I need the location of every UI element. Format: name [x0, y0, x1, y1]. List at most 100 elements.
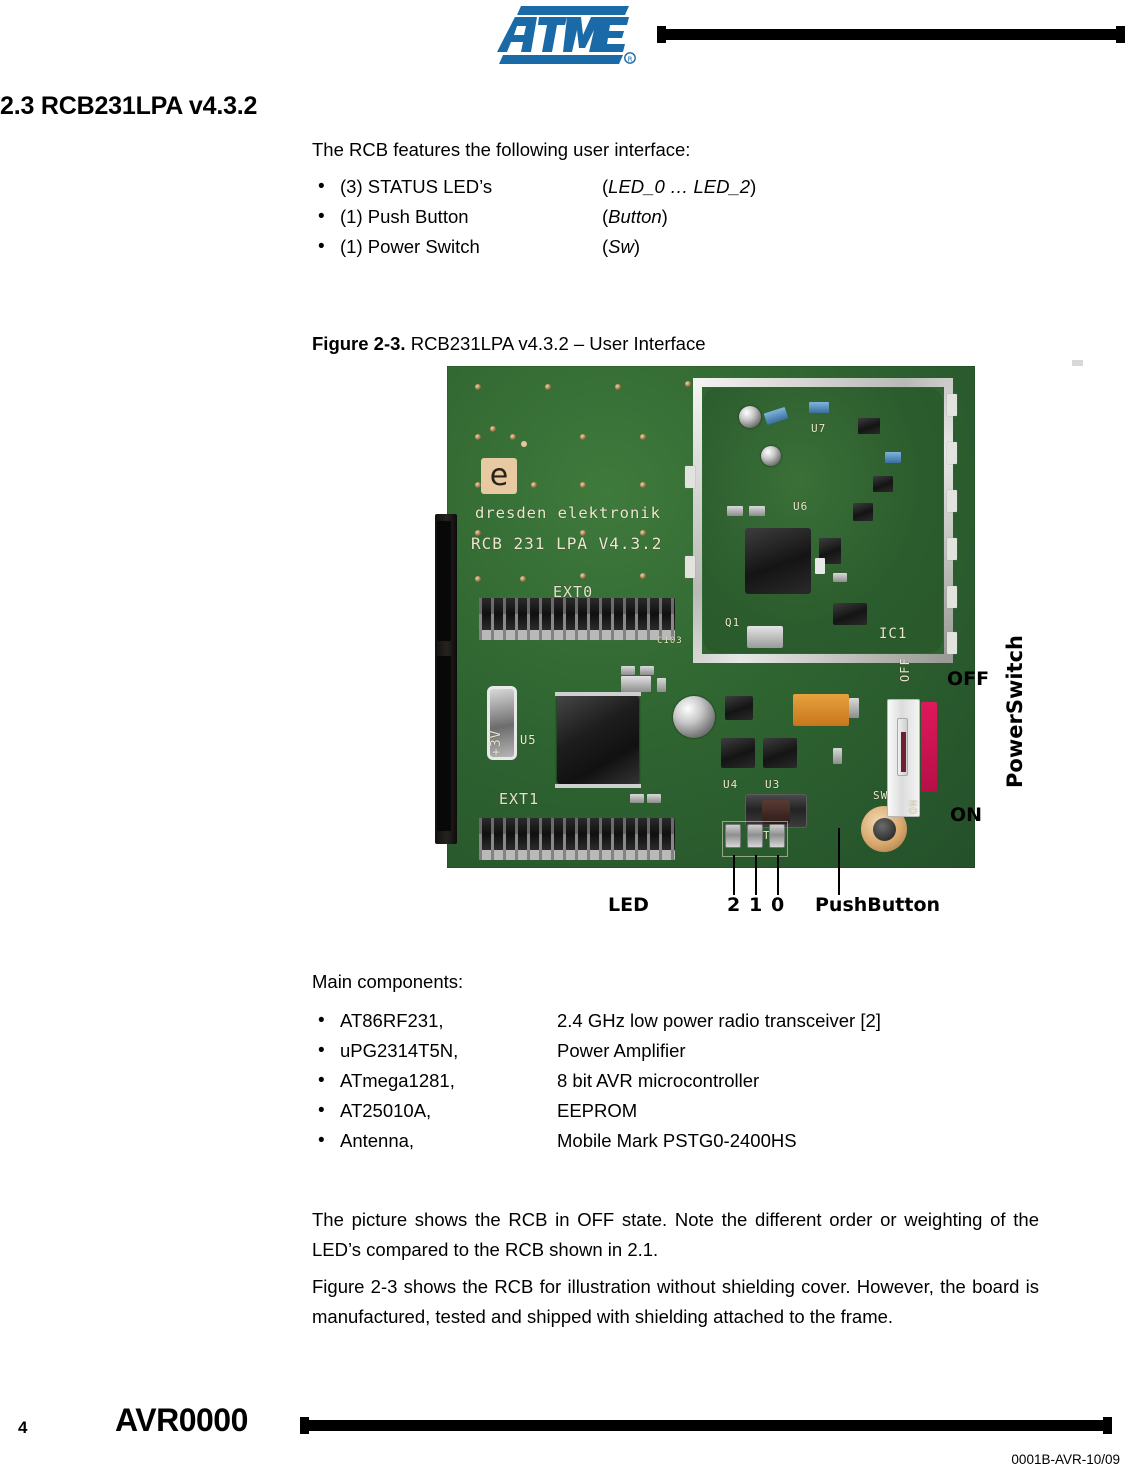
silkscreen-u5: U5	[520, 733, 537, 747]
tantalum-capacitor	[793, 694, 849, 726]
shield-tab	[947, 490, 957, 512]
annotation-power-switch: PowerSwitch	[1003, 635, 1027, 788]
figure-caption-text: RCB231LPA v4.3.2 – User Interface	[405, 333, 706, 354]
annotation-off: OFF	[947, 668, 990, 690]
list-item: • uPG2314T5N, Power Amplifier	[312, 1036, 1012, 1066]
annotation-led-num-1: 1	[749, 894, 763, 916]
silkscreen-q1: Q1	[725, 616, 741, 629]
component-desc: Mobile Mark PSTG0-2400HS	[557, 1130, 797, 1151]
shield-tab	[947, 632, 957, 654]
ui-item-label: (1) Power Switch	[340, 236, 480, 257]
document-number: 0001B-AVR-10/09	[1011, 1452, 1120, 1467]
component-part: Antenna,	[340, 1130, 415, 1151]
list-item: • (1) Power Switch (Sw)	[312, 232, 1012, 262]
atmel-logo-icon: R	[497, 6, 637, 66]
bullet-icon: •	[318, 1100, 325, 1121]
atmega-microcontroller	[557, 696, 639, 784]
power-switch-window	[901, 732, 906, 772]
figure-caption-label: Figure 2-3.	[312, 333, 406, 354]
annotation-on: ON	[950, 804, 983, 826]
paren-close: )	[661, 206, 668, 227]
shield-tab	[947, 538, 957, 560]
leader-line-led0	[777, 855, 779, 895]
silkscreen-on: ON	[907, 798, 920, 814]
annotation-led-label: LED	[608, 894, 649, 916]
silkscreen-sw: SW	[873, 789, 889, 802]
list-item: • (3) STATUS LED’s (LED_0 … LED_2)	[312, 172, 1012, 202]
code-text: Button	[608, 206, 662, 227]
code-text: LED_0 … LED_2	[608, 176, 751, 197]
silkscreen-part-number: RCB 231 LPA V4.3.2	[471, 534, 663, 553]
ext1-header-solder-row	[479, 850, 675, 860]
pad-hole	[872, 817, 896, 841]
pcb-board-photo: e dresden elektronik RCB 231 LPA V4.3.2	[435, 366, 980, 868]
annotation-led-num-2: 2	[727, 894, 741, 916]
scan-artifact	[1072, 360, 1083, 366]
figure-caption: Figure 2-3. RCB231LPA v4.3.2 – User Inte…	[312, 333, 706, 355]
silkscreen-brand: dresden elektronik	[475, 504, 661, 522]
bullet-icon: •	[318, 206, 325, 227]
paragraph-shielding: Figure 2-3 shows the RCB for illustratio…	[312, 1276, 1039, 1327]
bullet-icon: •	[318, 236, 325, 257]
connector-pins	[479, 614, 675, 630]
silkscreen-ic1: IC1	[879, 626, 908, 642]
annotation-led-num-0: 0	[771, 894, 785, 916]
passive-component	[640, 666, 654, 675]
bullet-icon: •	[318, 1010, 325, 1031]
document-page: R 2.3 RCB231LPA v4.3.2 The RCB features …	[0, 0, 1125, 1480]
bullet-icon: •	[318, 176, 325, 197]
small-ic	[725, 696, 753, 720]
component-desc: Power Amplifier	[557, 1040, 686, 1061]
component-part: AT86RF231,	[340, 1010, 444, 1031]
shield-tab	[947, 394, 957, 416]
shield-tab	[947, 442, 957, 464]
silkscreen-u4: U4	[723, 778, 739, 791]
section-heading: 2.3 RCB231LPA v4.3.2	[0, 92, 258, 120]
silkscreen-ext1: EXT1	[499, 790, 540, 808]
paragraph-off-state: The picture shows the RCB in OFF state. …	[312, 1209, 1039, 1260]
passive-component	[647, 794, 661, 803]
component-part: ATmega1281,	[340, 1070, 455, 1091]
silkscreen-u6: U6	[793, 500, 809, 513]
ext0-header-solder-row	[479, 630, 675, 640]
edge-connector-segment	[437, 656, 451, 831]
connector-pins	[479, 850, 675, 860]
figure-rcb-photo: e dresden elektronik RCB 231 LPA V4.3.2	[430, 366, 1027, 926]
ui-item-label: (3) STATUS LED’s	[340, 176, 493, 197]
passive-component	[621, 676, 651, 692]
component-desc: EEPROM	[557, 1100, 638, 1121]
leader-line-led2	[733, 855, 735, 895]
ui-item-label: (1) Push Button	[340, 206, 469, 227]
list-item: • AT86RF231, 2.4 GHz low power radio tra…	[312, 1006, 1012, 1036]
component-part: AT25010A,	[340, 1100, 432, 1121]
svg-text:R: R	[628, 56, 633, 64]
list-item: • Antenna, Mobile Mark PSTG0-2400HS	[312, 1126, 1012, 1156]
mounting-screw	[673, 696, 715, 738]
silkscreen-off: OFF	[898, 657, 912, 682]
page-header: R	[0, 0, 1125, 78]
silkscreen-c103: C103	[657, 636, 683, 646]
document-name: AVR0000	[115, 1402, 248, 1438]
power-switch-actuator[interactable]	[921, 702, 937, 792]
shield-tab	[685, 556, 695, 578]
leader-line-pushbutton	[838, 828, 840, 895]
mcu-pads	[555, 784, 641, 788]
header-divider-bar	[657, 26, 1125, 43]
page-number: 4	[18, 1418, 28, 1437]
component-desc: 2.4 GHz low power radio transceiver [2]	[557, 1010, 881, 1031]
component-part: uPG2314T5N,	[340, 1040, 459, 1061]
footer-divider-bar	[300, 1417, 1112, 1434]
edge-connector-segment	[437, 521, 451, 641]
mcu-pads	[555, 692, 641, 696]
silkscreen-u3: U3	[765, 778, 781, 791]
power-regulator	[763, 738, 797, 768]
ext0-header-connector	[479, 598, 675, 630]
annotation-push-button: PushButton	[815, 894, 941, 916]
shield-tab	[685, 466, 695, 488]
passive-component	[657, 678, 666, 692]
component-desc: 8 bit AVR microcontroller	[557, 1070, 760, 1091]
intro-paragraph: The RCB features the following user inte…	[312, 139, 691, 160]
list-item: • ATmega1281, 8 bit AVR microcontroller	[312, 1066, 1012, 1096]
silkscreen-3v: +3V	[489, 729, 504, 756]
ui-item-code: (Sw)	[602, 232, 1012, 262]
